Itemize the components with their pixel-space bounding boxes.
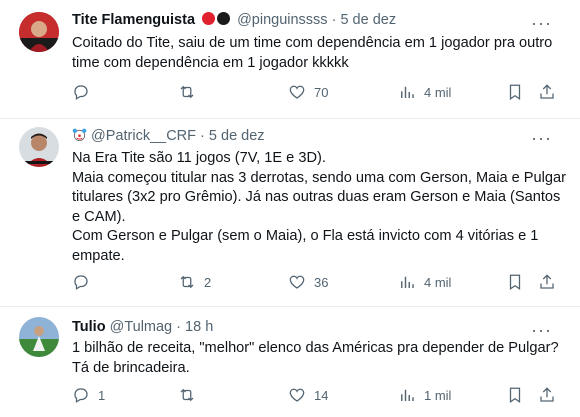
more-options-icon[interactable]: ···: [531, 14, 552, 32]
reply-button[interactable]: [72, 272, 98, 292]
like-button[interactable]: 70: [288, 82, 328, 102]
views-button[interactable]: 4 mil: [398, 82, 451, 102]
black-circle-emoji: [217, 12, 231, 25]
tweet-text: Coitado do Tite, saiu de um time com dep…: [72, 35, 553, 71]
share-icon: [540, 387, 554, 402]
bookmark-icon: [509, 274, 521, 290]
avatar[interactable]: [19, 12, 59, 52]
views-chart-icon: [401, 86, 414, 98]
retweet-count: 2: [204, 274, 212, 290]
avatar[interactable]: [19, 127, 59, 167]
retweet-icon: [180, 275, 194, 289]
separator-dot: ·: [331, 12, 337, 28]
separator-dot: ·: [200, 128, 205, 144]
tweet[interactable]: Tulio @Tulmag · 18 h ··· 1 bilhão de rec…: [0, 307, 580, 417]
retweet-icon: [180, 85, 194, 99]
retweet-button[interactable]: [178, 82, 204, 102]
bookmark-icon: [509, 387, 521, 403]
tweet-actions: 70 4 mil: [72, 82, 558, 102]
bookmark-button[interactable]: [506, 272, 524, 292]
handle[interactable]: @Tulmag: [110, 319, 173, 335]
more-options-icon[interactable]: ···: [531, 129, 552, 147]
like-button[interactable]: 36: [288, 272, 328, 292]
more-options-icon[interactable]: ···: [531, 321, 552, 339]
views-button[interactable]: 1 mil: [398, 385, 451, 405]
separator-dot: ·: [176, 319, 181, 335]
tweet-header: @Patrick__CRF · 5 de dez: [72, 127, 265, 144]
retweet-button[interactable]: [178, 385, 204, 405]
reply-icon: [74, 388, 88, 403]
share-icon: [540, 84, 554, 99]
views-chart-icon: [401, 389, 414, 401]
tweet[interactable]: Tite Flamenguista @pinguinssss · 5 de de…: [0, 0, 580, 119]
like-count: 70: [314, 84, 329, 100]
tweet-text: 1 bilhão de receita, "melhor" elenco das…: [72, 340, 559, 376]
tweet-actions: 1 14 1 mil: [72, 385, 558, 405]
views-chart-icon: [401, 276, 414, 288]
reply-button[interactable]: 1: [72, 385, 105, 405]
tweet[interactable]: @Patrick__CRF · 5 de dez ··· Na Era Tite…: [0, 119, 580, 307]
like-count: 14: [314, 387, 329, 403]
red-circle-emoji: [202, 12, 216, 25]
like-count: 36: [314, 274, 329, 290]
clown-face-emoji: [72, 127, 87, 142]
avatar[interactable]: [19, 317, 59, 357]
reply-count: 1: [98, 387, 106, 403]
views-button[interactable]: 4 mil: [398, 272, 451, 292]
display-name[interactable]: Tite Flamenguista: [72, 12, 195, 28]
share-icon: [540, 274, 554, 289]
views-count: 4 mil: [424, 84, 452, 100]
bookmark-icon: [509, 84, 521, 100]
tweet-actions: 2 36 4 mil: [72, 272, 558, 292]
heart-icon: [289, 85, 305, 99]
tweet-header: Tite Flamenguista @pinguinssss · 5 de de…: [72, 12, 396, 28]
share-button[interactable]: [538, 272, 556, 292]
retweet-icon: [180, 388, 194, 402]
reply-button[interactable]: [72, 82, 98, 102]
heart-icon: [289, 275, 305, 289]
reply-icon: [74, 85, 88, 100]
timestamp[interactable]: 18 h: [185, 319, 213, 335]
bookmark-button[interactable]: [506, 385, 524, 405]
share-button[interactable]: [538, 385, 556, 405]
display-name[interactable]: Tulio: [72, 319, 106, 335]
timestamp[interactable]: 5 de dez: [340, 12, 396, 28]
share-button[interactable]: [538, 82, 556, 102]
timestamp[interactable]: 5 de dez: [209, 128, 265, 144]
handle[interactable]: @pinguinssss: [237, 12, 327, 28]
heart-icon: [289, 388, 305, 402]
views-count: 4 mil: [424, 274, 452, 290]
retweet-button[interactable]: 2: [178, 272, 211, 292]
bookmark-button[interactable]: [506, 82, 524, 102]
reply-icon: [74, 275, 88, 290]
like-button[interactable]: 14: [288, 385, 328, 405]
tweet-text: Na Era Tite são 11 jogos (7V, 1E e 3D). …: [72, 150, 566, 264]
views-count: 1 mil: [424, 387, 452, 403]
tweet-header: Tulio @Tulmag · 18 h: [72, 319, 213, 335]
handle[interactable]: @Patrick__CRF: [91, 128, 196, 144]
